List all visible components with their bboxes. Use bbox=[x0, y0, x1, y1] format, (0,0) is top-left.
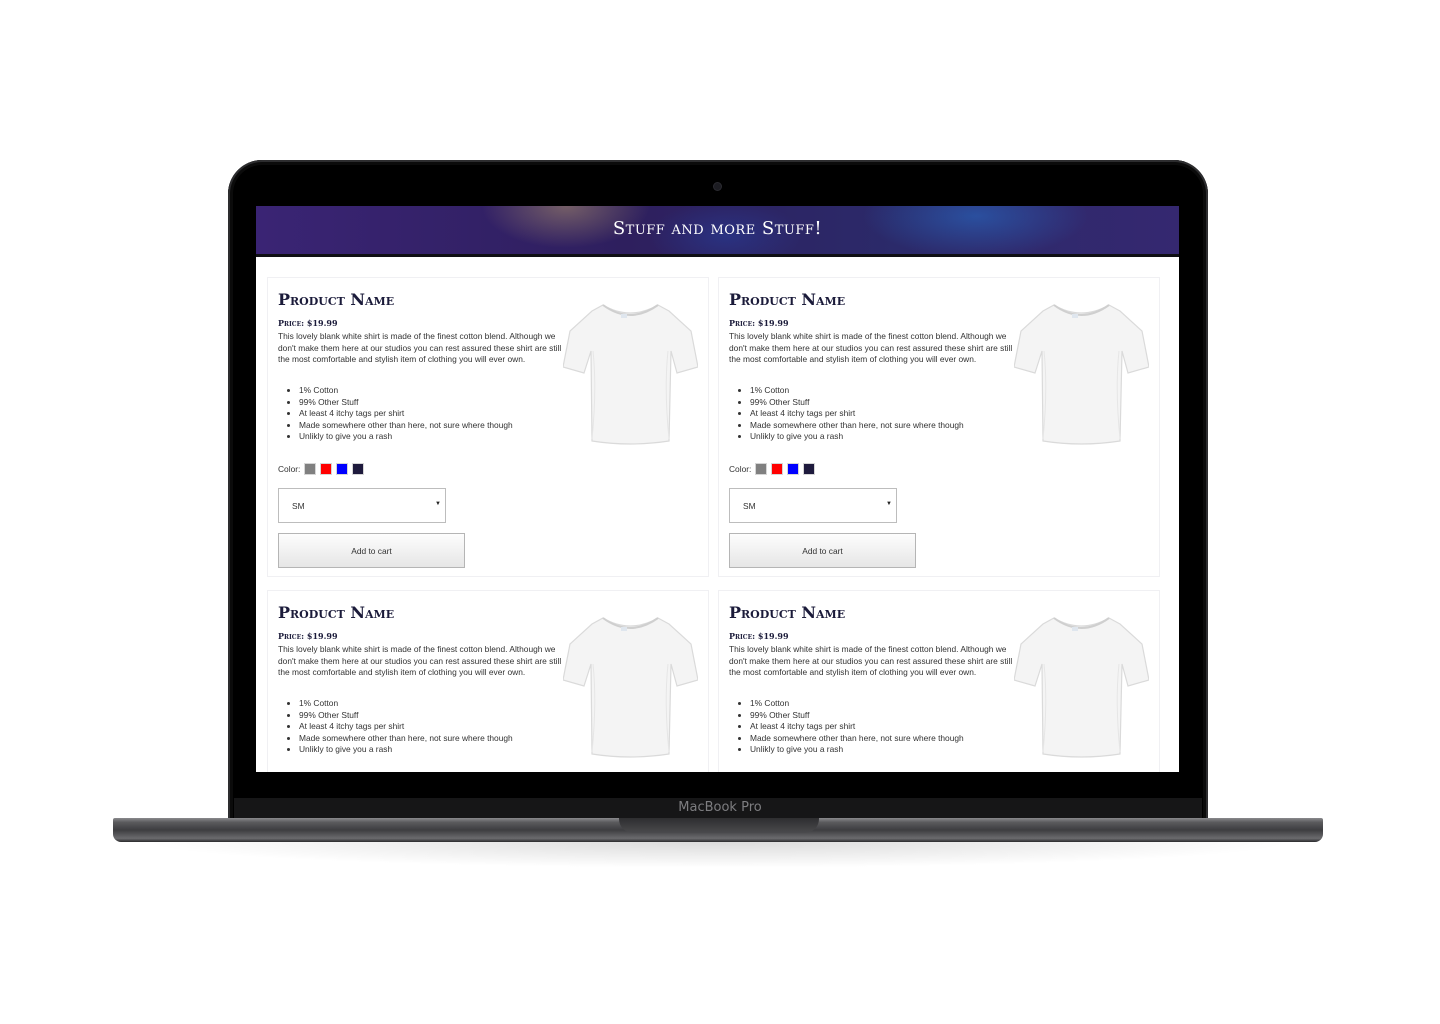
product-card: Product Name Price: $19.99 This lovely b… bbox=[718, 590, 1160, 772]
feature-item: 99% Other Stuff bbox=[299, 397, 513, 409]
product-description: This lovely blank white shirt is made of… bbox=[278, 331, 562, 364]
feature-item: Unlikly to give you a rash bbox=[299, 744, 513, 756]
color-selector: Color: bbox=[278, 462, 368, 476]
feature-item: 1% Cotton bbox=[299, 385, 513, 397]
feature-item: At least 4 itchy tags per shirt bbox=[750, 721, 964, 733]
product-price: Price: $19.99 bbox=[729, 631, 789, 641]
feature-list: 1% Cotton 99% Other Stuff At least 4 itc… bbox=[729, 698, 964, 756]
laptop-shadow bbox=[140, 842, 1296, 868]
product-name: Product Name bbox=[278, 290, 395, 309]
feature-item: 99% Other Stuff bbox=[299, 710, 513, 722]
add-to-cart-button[interactable]: Add to cart bbox=[278, 533, 465, 568]
feature-list: 1% Cotton 99% Other Stuff At least 4 itc… bbox=[278, 698, 513, 756]
screen: Stuff and more Stuff! Product Name Price… bbox=[256, 206, 1179, 772]
color-selector: Color: bbox=[729, 462, 819, 476]
color-label: Color: bbox=[729, 464, 752, 474]
product-description: This lovely blank white shirt is made of… bbox=[729, 331, 1013, 364]
product-description: This lovely blank white shirt is made of… bbox=[278, 644, 562, 677]
product-description: This lovely blank white shirt is made of… bbox=[729, 644, 1013, 677]
feature-item: 1% Cotton bbox=[750, 385, 964, 397]
feature-item: 99% Other Stuff bbox=[750, 397, 964, 409]
feature-item: 99% Other Stuff bbox=[750, 710, 964, 722]
color-swatch-navy[interactable] bbox=[803, 463, 816, 475]
laptop-notch bbox=[619, 818, 819, 833]
color-swatch-gray[interactable] bbox=[755, 463, 768, 475]
size-select[interactable]: SM ▼ bbox=[729, 488, 897, 523]
feature-item: At least 4 itchy tags per shirt bbox=[750, 408, 964, 420]
camera-icon bbox=[714, 183, 721, 190]
product-price: Price: $19.99 bbox=[278, 631, 338, 641]
tshirt-icon bbox=[1014, 617, 1149, 758]
caret-down-icon: ▼ bbox=[886, 501, 892, 507]
product-name: Product Name bbox=[729, 290, 846, 309]
site-banner: Stuff and more Stuff! bbox=[256, 206, 1179, 257]
feature-item: 1% Cotton bbox=[299, 698, 513, 710]
product-card: Product Name Price: $19.99 This lovely b… bbox=[267, 277, 709, 577]
product-price: Price: $19.99 bbox=[729, 318, 789, 328]
caret-down-icon: ▼ bbox=[435, 501, 441, 507]
tshirt-icon bbox=[1014, 304, 1149, 445]
product-price: Price: $19.99 bbox=[278, 318, 338, 328]
tshirt-icon bbox=[563, 617, 698, 758]
feature-item: Unlikly to give you a rash bbox=[299, 431, 513, 443]
size-value: SM bbox=[743, 501, 756, 511]
color-swatch-blue[interactable] bbox=[787, 463, 800, 475]
color-swatch-gray[interactable] bbox=[304, 463, 317, 475]
color-swatch-blue[interactable] bbox=[336, 463, 349, 475]
product-card: Product Name Price: $19.99 This lovely b… bbox=[718, 277, 1160, 577]
feature-list: 1% Cotton 99% Other Stuff At least 4 itc… bbox=[729, 385, 964, 443]
tshirt-icon bbox=[563, 304, 698, 445]
feature-item: At least 4 itchy tags per shirt bbox=[299, 721, 513, 733]
color-swatch-red[interactable] bbox=[771, 463, 784, 475]
size-select[interactable]: SM ▼ bbox=[278, 488, 446, 523]
feature-item: Unlikly to give you a rash bbox=[750, 744, 964, 756]
product-name: Product Name bbox=[729, 603, 846, 622]
feature-item: 1% Cotton bbox=[750, 698, 964, 710]
add-to-cart-button[interactable]: Add to cart bbox=[729, 533, 916, 568]
color-swatch-red[interactable] bbox=[320, 463, 333, 475]
feature-item: Unlikly to give you a rash bbox=[750, 431, 964, 443]
feature-item: At least 4 itchy tags per shirt bbox=[299, 408, 513, 420]
feature-item: Made somewhere other than here, not sure… bbox=[299, 420, 513, 432]
feature-item: Made somewhere other than here, not sure… bbox=[750, 420, 964, 432]
color-label: Color: bbox=[278, 464, 301, 474]
feature-item: Made somewhere other than here, not sure… bbox=[750, 733, 964, 745]
size-value: SM bbox=[292, 501, 305, 511]
product-card: Product Name Price: $19.99 This lovely b… bbox=[267, 590, 709, 772]
feature-list: 1% Cotton 99% Other Stuff At least 4 itc… bbox=[278, 385, 513, 443]
feature-item: Made somewhere other than here, not sure… bbox=[299, 733, 513, 745]
product-name: Product Name bbox=[278, 603, 395, 622]
color-swatch-navy[interactable] bbox=[352, 463, 365, 475]
site-title: Stuff and more Stuff! bbox=[612, 218, 823, 239]
device-label: MacBook Pro bbox=[678, 800, 762, 815]
